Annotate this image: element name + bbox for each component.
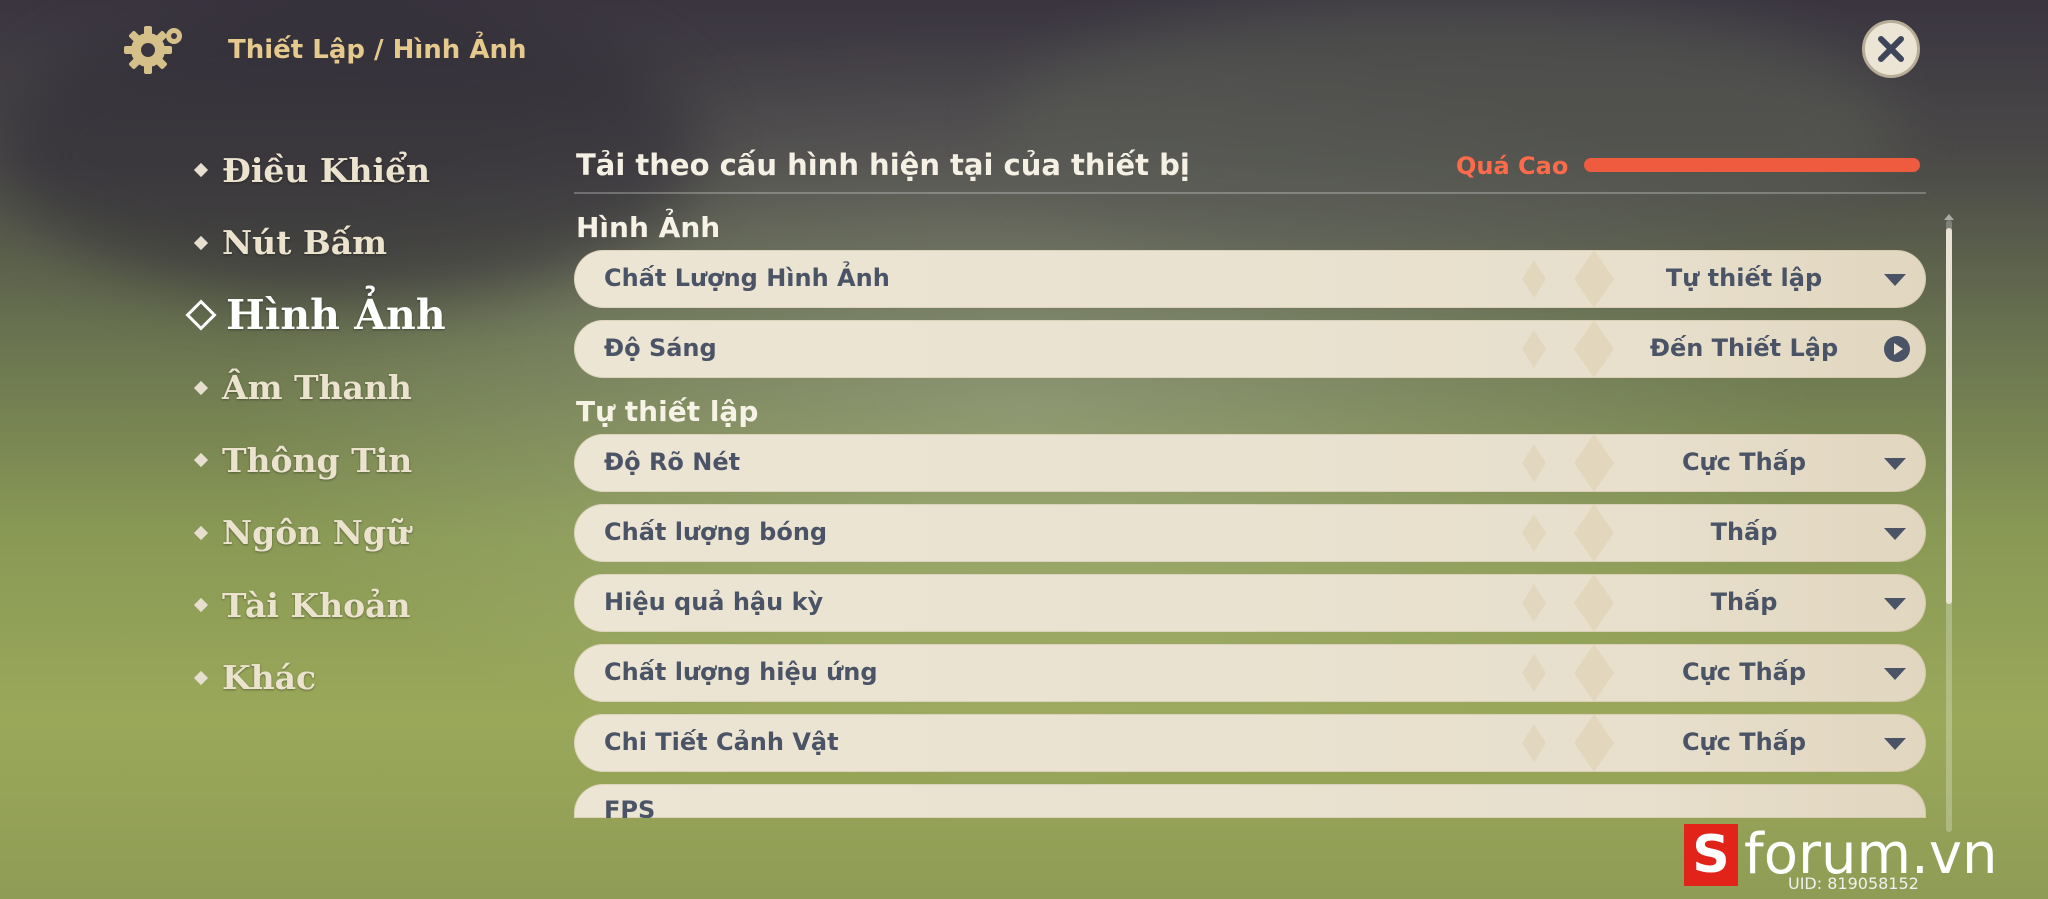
dropdown-arrow-icon[interactable] [1884,668,1906,680]
section-title: Tự thiết lập [576,395,759,428]
setting-value: Cực Thấp [1681,728,1807,756]
device-config-row: Tải theo cấu hình hiện tại của thiết bị … [574,138,1926,194]
device-config-text: Tải theo cấu hình hiện tại của thiết bị [576,148,1190,182]
sidebar: Điều Khiển Nút Bấm Hình Ảnh Âm Thanh Thô… [185,134,446,715]
sidebar-item-label: Hình Ảnh [226,291,446,340]
setting-value: Cực Thấp [1681,658,1807,686]
setting-row-fps[interactable]: FPS [574,784,1926,818]
dropdown-arrow-icon[interactable] [1884,274,1906,286]
setting-row-do-sang[interactable]: Độ Sáng Đến Thiết Lập [574,320,1926,378]
setting-row-chi-tiet-canh-vat[interactable]: Chi Tiết Cảnh Vật Cực Thấp [574,714,1926,772]
header: Thiết Lập / Hình Ảnh [118,20,526,80]
section-title: Hình Ảnh [576,211,721,244]
setting-name: Chất lượng bóng [604,518,828,546]
setting-value: Đến Thiết Lập [1649,334,1839,362]
setting-value: Thấp [1710,518,1778,546]
setting-value: Cực Thấp [1681,448,1807,476]
diamond-icon [193,163,209,178]
sidebar-item-ngon-ngu[interactable]: Ngôn Ngữ [193,497,446,570]
diamond-icon [193,380,209,395]
scrollbar-thumb[interactable] [1946,228,1952,604]
quality-bar [1584,158,1920,172]
sidebar-item-nut-bam[interactable]: Nút Bấm [193,207,446,280]
setting-row-chat-luong-hieu-ung[interactable]: Chất lượng hiệu ứng Cực Thấp [574,644,1926,702]
sidebar-item-label: Âm Thanh [222,368,412,408]
divider [574,192,1926,194]
sidebar-item-label: Ngôn Ngữ [222,513,410,553]
sidebar-item-dieu-khien[interactable]: Điều Khiển [193,134,446,207]
setting-name: Độ Rõ Nét [604,448,741,476]
diamond-icon [193,453,209,468]
diamond-icon [193,670,209,685]
sidebar-item-label: Khác [222,658,317,698]
setting-name: Chất Lượng Hình Ảnh [604,264,890,292]
breadcrumb: Thiết Lập / Hình Ảnh [228,35,527,65]
sidebar-item-khac[interactable]: Khác [193,642,446,715]
setting-name: FPS [604,796,656,818]
diamond-icon [185,299,217,331]
gear-icon [118,20,188,80]
dropdown-arrow-icon[interactable] [1884,458,1906,470]
go-arrow-icon[interactable] [1884,336,1910,362]
sidebar-item-label: Nút Bấm [222,223,388,263]
sidebar-item-label: Điều Khiển [222,150,431,190]
setting-name: Chất lượng hiệu ứng [604,658,878,686]
setting-row-chat-luong-bong[interactable]: Chất lượng bóng Thấp [574,504,1926,562]
sidebar-item-label: Thông Tin [222,440,413,480]
close-button[interactable] [1862,20,1920,78]
close-icon [1878,36,1904,62]
sidebar-item-thong-tin[interactable]: Thông Tin [193,424,446,497]
setting-name: Chi Tiết Cảnh Vật [604,728,839,756]
setting-row-do-ro-net[interactable]: Độ Rõ Nét Cực Thấp [574,434,1926,492]
setting-value: Thấp [1710,588,1778,616]
setting-value: Tự thiết lập [1665,264,1823,292]
setting-name: Độ Sáng [604,334,717,362]
sidebar-item-am-thanh[interactable]: Âm Thanh [193,352,446,425]
sidebar-item-tai-khoan[interactable]: Tài Khoản [193,569,446,642]
setting-name: Hiệu quả hậu kỳ [604,588,824,616]
diamond-icon [193,525,209,540]
setting-row-chat-luong-hinh-anh[interactable]: Chất Lượng Hình Ảnh Tự thiết lập [574,250,1926,308]
dropdown-arrow-icon[interactable] [1884,598,1906,610]
dropdown-arrow-icon[interactable] [1884,738,1906,750]
uid-label: UID: 819058152 [1788,874,1919,893]
dropdown-arrow-icon[interactable] [1884,528,1906,540]
sidebar-item-label: Tài Khoản [222,585,411,625]
settings-panel: Tải theo cấu hình hiện tại của thiết bị … [574,138,1926,818]
diamond-icon [193,235,209,250]
sidebar-item-hinh-anh[interactable]: Hình Ảnh [185,279,446,352]
setting-row-hieu-qua-hau-ky[interactable]: Hiệu quả hậu kỳ Thấp [574,574,1926,632]
watermark-logo-letter: S [1692,824,1730,885]
diamond-icon [193,598,209,613]
watermark-logo: S [1684,823,1738,886]
quality-label: Quá Cao [1456,152,1569,180]
